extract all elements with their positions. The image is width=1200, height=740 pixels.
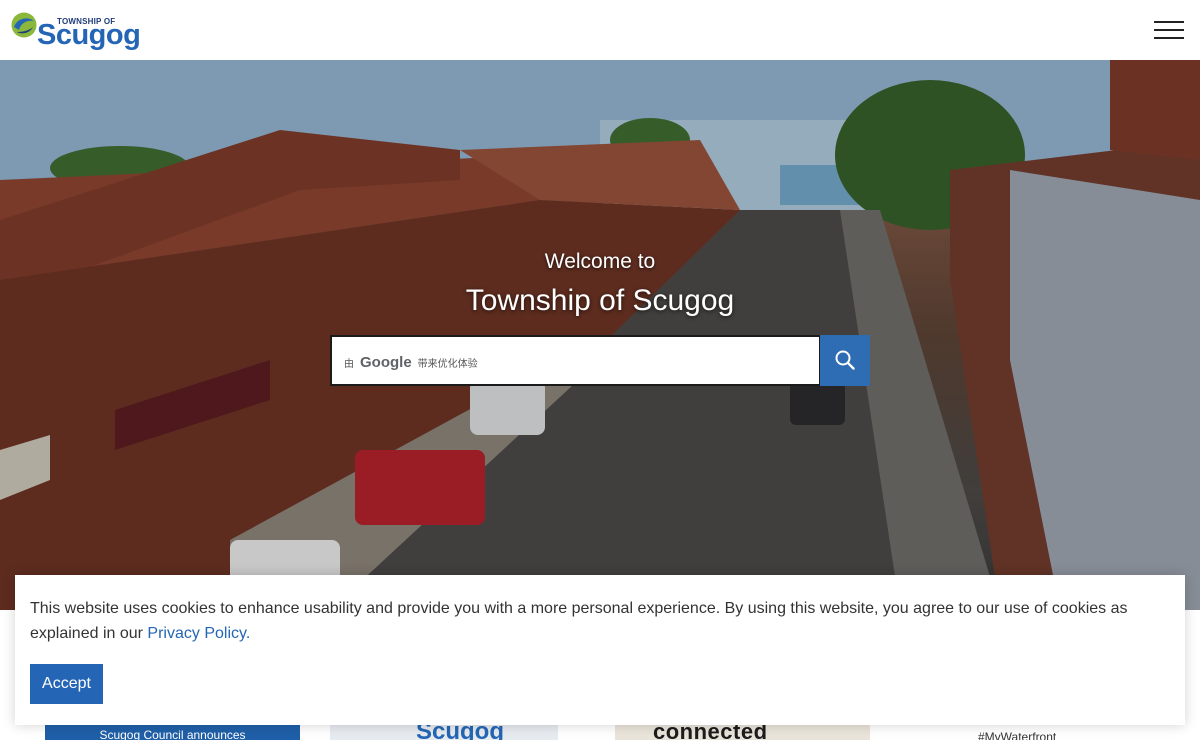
google-label: Google xyxy=(360,353,412,371)
search-by-label: 由 xyxy=(344,358,354,370)
cookie-message: This website uses cookies to enhance usa… xyxy=(30,596,1150,646)
news-card-scugog[interactable]: Scugog xyxy=(330,724,558,740)
logo-main-text: Scugog xyxy=(37,19,141,51)
site-header: TOWNSHIP OF Scugog xyxy=(0,0,1200,60)
hamburger-menu-button[interactable] xyxy=(1152,18,1186,42)
hamburger-icon-bar-middle xyxy=(1154,29,1184,31)
hero-banner: Welcome to Township of Scugog 由 Google 带… xyxy=(0,60,1200,610)
news-card-label: Scugog Council announces xyxy=(99,728,246,740)
hero-welcome-text: Welcome to xyxy=(544,250,656,273)
accept-cookies-button[interactable]: Accept xyxy=(30,664,103,704)
search-input[interactable]: 由 Google 带来优化体验 xyxy=(330,335,821,386)
search-icon xyxy=(835,350,855,370)
township-logo[interactable]: TOWNSHIP OF Scugog xyxy=(10,9,141,53)
search-enhanced-label: 带来优化体验 xyxy=(417,358,478,370)
news-card-council[interactable]: Scugog Council announces xyxy=(45,724,300,740)
logo-swirl-icon xyxy=(11,12,37,38)
news-card-label: Scugog xyxy=(416,724,504,740)
cookie-consent-banner: This website uses cookies to enhance usa… xyxy=(15,575,1185,725)
privacy-policy-link[interactable]: Privacy Policy. xyxy=(147,625,250,642)
hamburger-icon-bar-top xyxy=(1154,21,1184,23)
search-button[interactable] xyxy=(820,335,870,386)
google-search-watermark: 由 Google 带来优化体验 xyxy=(344,352,478,372)
news-card-connected[interactable]: connected xyxy=(615,724,870,740)
site-search: 由 Google 带来优化体验 xyxy=(330,335,870,386)
hero-title: Township of Scugog xyxy=(465,284,735,317)
news-card-label: connected xyxy=(653,724,768,740)
news-card-waterfront[interactable]: #MyWaterfront xyxy=(900,724,1155,740)
hamburger-icon-bar-bottom xyxy=(1154,37,1184,39)
news-card-label: #MyWaterfront xyxy=(978,730,1057,740)
